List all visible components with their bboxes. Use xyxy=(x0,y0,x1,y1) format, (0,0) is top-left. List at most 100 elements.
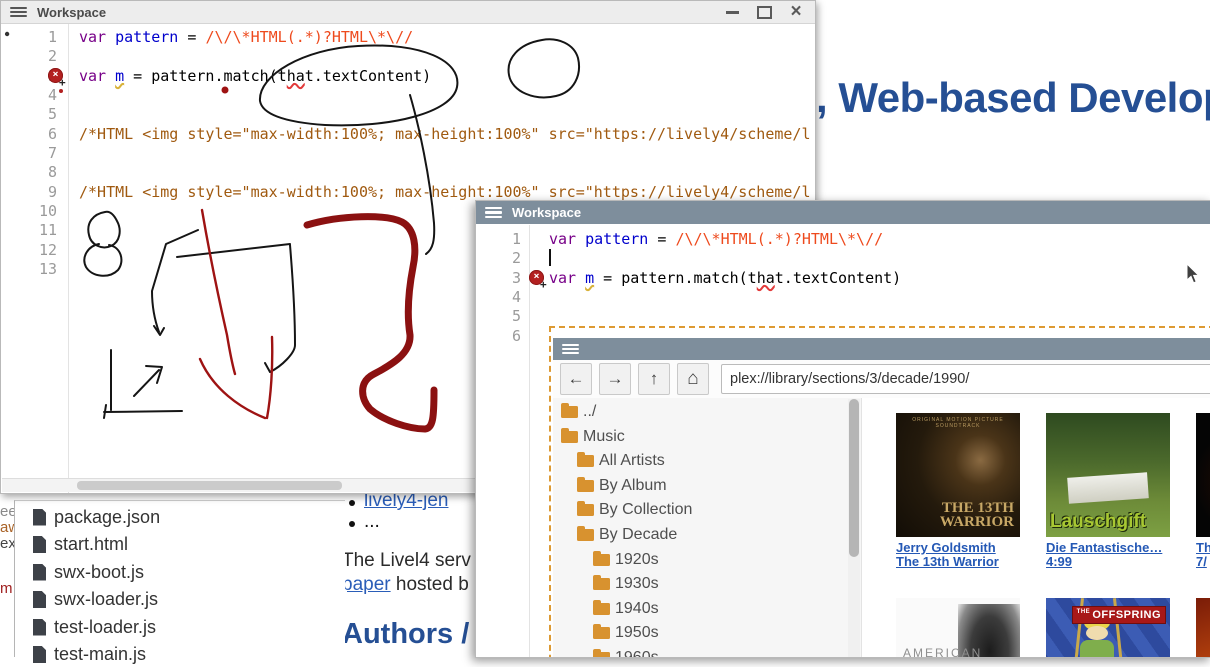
code-token xyxy=(576,230,585,248)
page-paragraph-line: paper hosted b xyxy=(342,574,469,596)
bullet-dot xyxy=(349,500,355,506)
ink-stroke xyxy=(177,244,290,257)
page-paragraph-line: The Livel4 serv xyxy=(342,550,471,572)
line-number: 6 xyxy=(17,125,57,143)
album-cover[interactable] xyxy=(1196,598,1210,658)
maximize-button[interactable] xyxy=(755,4,773,20)
workspace-window-2: Workspace 1 var pattern = /\/\*HTML(.*)?H… xyxy=(475,200,1210,658)
menu-icon[interactable] xyxy=(10,7,27,18)
tree-item-label: Music xyxy=(583,428,625,446)
paragraph-text: hosted b xyxy=(391,574,469,595)
folder-icon xyxy=(561,431,578,443)
authors-heading: Authors / xyxy=(342,618,469,651)
menu-icon[interactable] xyxy=(562,344,579,355)
album-cover[interactable] xyxy=(1196,413,1210,537)
folder-tree-panel: ../ Music All Artists By Album By Collection… xyxy=(553,398,861,658)
scrollbar-thumb[interactable] xyxy=(77,481,342,490)
file-item[interactable]: swx-boot.js xyxy=(33,560,144,584)
line-number: 10 xyxy=(17,202,57,220)
scrollbar-thumb[interactable] xyxy=(849,399,859,557)
code-token: pattern xyxy=(115,28,178,46)
add-annotation-icon[interactable]: + xyxy=(59,76,66,89)
file-item[interactable]: test-main.js xyxy=(33,643,146,667)
close-button[interactable]: × xyxy=(787,4,805,20)
album-artist-link[interactable]: Th xyxy=(1196,541,1210,555)
album-artist-link[interactable]: Die Fantastische… xyxy=(1046,541,1186,555)
ink-stroke xyxy=(222,87,228,93)
album-item[interactable]: AMERICANHISTORY X xyxy=(896,598,1036,658)
list-item-ellipsis: ... xyxy=(364,511,380,533)
ink-stroke xyxy=(410,95,434,254)
home-button[interactable]: ⌂ xyxy=(677,363,709,395)
file-item[interactable]: test-loader.js xyxy=(33,615,156,639)
tree-item-1960s[interactable]: 1960s xyxy=(593,647,659,658)
album-artist-link[interactable]: Jerry Goldsmith xyxy=(896,541,1036,555)
album-item[interactable]: ORIGINAL MOTION PICTURE SOUNDTRACKTHE 13… xyxy=(896,413,1036,569)
ws2-titlebar[interactable]: Workspace xyxy=(476,201,1210,224)
album-title-link[interactable]: 4:99 xyxy=(1046,555,1186,569)
minimize-button[interactable] xyxy=(723,4,741,20)
tree-scrollbar[interactable] xyxy=(848,399,860,658)
code-line[interactable]: /*HTML <img style="max-width:100%; max-h… xyxy=(79,183,811,201)
screen: { "colors":{"accent_navy":"#254f94","tit… xyxy=(0,0,1210,656)
tree-item-by-collection[interactable]: By Collection xyxy=(577,499,692,521)
address-input[interactable] xyxy=(721,364,1210,394)
add-annotation-icon[interactable]: + xyxy=(540,278,547,291)
album-cover[interactable]: Lauschgift xyxy=(1046,413,1170,537)
cover-text: AMERICAN xyxy=(903,646,982,658)
tree-item-label: By Collection xyxy=(599,501,692,519)
forward-button[interactable]: → xyxy=(599,363,631,395)
tree-item-label: ../ xyxy=(583,403,596,421)
ink-stroke xyxy=(134,366,162,396)
tree-item-by-album[interactable]: By Album xyxy=(577,475,667,497)
tree-item-music[interactable]: Music xyxy=(561,426,625,448)
tree-item-1950s[interactable]: 1950s xyxy=(593,622,659,644)
tree-item-[interactable]: ../ xyxy=(561,401,596,423)
tree-item-all-artists[interactable]: All Artists xyxy=(577,450,665,472)
album-item[interactable]: THE OFFSPRING xyxy=(1046,598,1186,658)
album-title-link[interactable]: The 13th Warrior xyxy=(896,555,1036,569)
code-token: = xyxy=(648,230,675,248)
up-button[interactable]: ↑ xyxy=(638,363,670,395)
album-cover[interactable]: ORIGINAL MOTION PICTURE SOUNDTRACKTHE 13… xyxy=(896,413,1020,537)
line-number: 6 xyxy=(481,327,521,345)
ws1-titlebar[interactable]: Workspace × xyxy=(1,1,815,24)
album-title-link[interactable]: 7/ xyxy=(1196,555,1210,569)
file-item[interactable]: package.json xyxy=(33,505,160,529)
ink-stroke xyxy=(84,212,121,276)
album-item[interactable] xyxy=(1196,598,1210,658)
file-name: swx-boot.js xyxy=(54,562,144,583)
window-title: Workspace xyxy=(37,5,106,20)
forward-icon: → xyxy=(607,369,624,389)
folder-icon xyxy=(561,406,578,418)
browser-header[interactable] xyxy=(553,338,1210,360)
back-button[interactable]: ← xyxy=(560,363,592,395)
cover-text: ORIGINAL MOTION PICTURE SOUNDTRACK xyxy=(896,417,1020,429)
album-item[interactable]: Th7/ xyxy=(1196,413,1210,569)
gutter-separator xyxy=(68,24,69,493)
ink-stroke xyxy=(152,230,198,335)
tree-item-1940s[interactable]: 1940s xyxy=(593,598,659,620)
paper-link[interactable]: paper xyxy=(342,574,391,595)
code-line[interactable]: var m = pattern.match(that.textContent) xyxy=(79,67,431,85)
clipped-text: m xyxy=(0,580,13,597)
album-cover[interactable]: AMERICANHISTORY X xyxy=(896,598,1020,658)
album-item[interactable]: Lauschgift Die Fantastische…4:99 xyxy=(1046,413,1186,569)
file-item[interactable]: swx-loader.js xyxy=(33,588,158,612)
line-number: 1 xyxy=(481,230,521,248)
menu-icon[interactable] xyxy=(485,207,502,218)
code-line[interactable]: /*HTML <img style="max-width:100%; max-h… xyxy=(79,125,811,143)
home-icon: ⌂ xyxy=(687,368,698,390)
line-number: 12 xyxy=(17,241,57,259)
tree-item-1920s[interactable]: 1920s xyxy=(593,549,659,571)
tree-item-by-decade[interactable]: By Decade xyxy=(577,524,677,546)
file-item[interactable]: start.html xyxy=(33,533,128,557)
album-cover[interactable]: THE OFFSPRING xyxy=(1046,598,1170,658)
code-line[interactable]: var pattern = /\/\*HTML(.*)?HTML\*\// xyxy=(549,230,883,248)
code-line[interactable]: var m = pattern.match(that.textContent) xyxy=(549,269,901,287)
code-token: var xyxy=(549,230,576,248)
tree-item-1930s[interactable]: 1930s xyxy=(593,573,659,595)
folder-icon xyxy=(593,627,610,639)
file-name: test-main.js xyxy=(54,644,146,665)
code-line[interactable]: var pattern = /\/\*HTML(.*)?HTML\*\// xyxy=(79,28,413,46)
